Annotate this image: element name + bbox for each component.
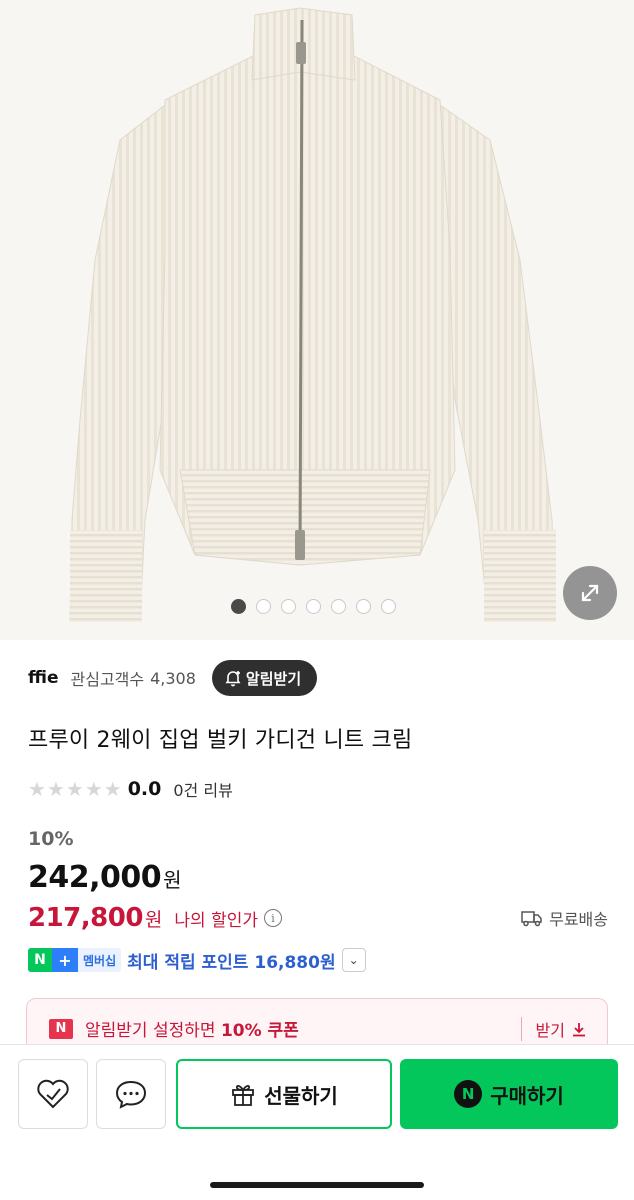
star-icon: ★	[103, 777, 122, 801]
seller-info-row: ffie 관심고객수 4,308 알림받기	[28, 660, 614, 696]
bell-plus-icon	[225, 671, 241, 687]
gallery-dot[interactable]	[281, 599, 296, 614]
home-indicator	[210, 1182, 424, 1188]
coupon-text: 알림받기 설정하면 10% 쿠폰	[85, 1016, 299, 1041]
store-name[interactable]: ffie	[28, 668, 59, 688]
coupon-get-label: 받기	[535, 1020, 565, 1040]
plus-icon: +	[52, 948, 78, 972]
rating-row[interactable]: ★ ★ ★ ★ ★ 0.0 0건 리뷰	[28, 776, 233, 802]
buy-button[interactable]: N 구매하기	[400, 1059, 618, 1129]
gallery-dot[interactable]	[381, 599, 396, 614]
naver-plus-membership-badge: N + 멤버십	[28, 948, 122, 972]
membership-points-row[interactable]: N + 멤버십 최대 적립 포인트 16,880원 ⌄	[28, 946, 366, 974]
star-icon: ★	[46, 777, 65, 801]
max-points-text: 최대 적립 포인트 16,880원	[127, 952, 336, 973]
gallery-pagination	[231, 599, 396, 614]
original-price-value: 242,000	[28, 860, 162, 895]
gift-label: 선물하기	[264, 1083, 338, 1108]
rating-stars: ★ ★ ★ ★ ★	[28, 777, 122, 801]
star-icon: ★	[28, 777, 46, 801]
discount-rate: 10%	[28, 828, 74, 850]
chevron-down-icon[interactable]: ⌄	[341, 948, 366, 972]
coupon-get-button[interactable]: 받기	[520, 1016, 587, 1041]
gift-button[interactable]: 선물하기	[176, 1059, 392, 1129]
coupon-text-prefix: 알림받기 설정하면	[85, 1021, 221, 1041]
buy-label: 구매하기	[490, 1083, 564, 1108]
currency-unit: 원	[163, 868, 182, 892]
original-price: 242,000 원	[28, 860, 182, 895]
rating-score: 0.0	[127, 778, 162, 800]
review-count[interactable]: 0건 리뷰	[173, 777, 232, 801]
naver-pay-icon: N	[454, 1080, 483, 1108]
product-title: 프루이 2웨이 집업 벌키 가디건 니트 크림	[28, 728, 413, 753]
sale-price-value: 217,800	[28, 903, 143, 933]
info-icon[interactable]: i	[264, 909, 283, 927]
star-icon: ★	[84, 777, 103, 801]
chat-bubble-icon	[115, 1080, 147, 1109]
naver-n-logo: N	[28, 948, 52, 972]
product-photo-cardigan	[69, 7, 556, 622]
membership-badge-label: 멤버십	[78, 948, 122, 972]
shipping-label: 무료배송	[549, 910, 608, 929]
sale-price-row: 217,800 원 나의 할인가 i 무료배송	[28, 900, 608, 936]
bottom-action-bar: 선물하기 N 구매하기	[0, 1044, 634, 1200]
product-image-gallery[interactable]	[0, 0, 634, 640]
sale-currency-unit: 원	[144, 908, 163, 931]
expand-arrows-icon	[581, 584, 599, 602]
fans-label: 관심고객수	[70, 670, 145, 689]
naver-coupon-icon: N	[49, 1018, 73, 1039]
my-discount-label: 나의 할인가	[174, 910, 259, 931]
gallery-dot[interactable]	[306, 599, 321, 614]
talk-talk-button[interactable]	[96, 1059, 166, 1129]
fans-count: 4,308	[150, 668, 196, 688]
truck-icon	[521, 911, 542, 927]
gallery-dot[interactable]	[356, 599, 371, 614]
wishlist-button[interactable]	[18, 1059, 88, 1129]
coupon-amount: 10% 쿠폰	[220, 1021, 299, 1041]
heart-check-icon	[37, 1079, 69, 1109]
gallery-dot[interactable]	[331, 599, 346, 614]
gallery-dot[interactable]	[256, 599, 271, 614]
shipping-info: 무료배송	[521, 906, 608, 930]
alarm-subscribe-button[interactable]: 알림받기	[211, 660, 318, 696]
gift-icon	[232, 1085, 255, 1106]
alarm-label: 알림받기	[245, 669, 302, 688]
download-icon	[573, 1022, 585, 1036]
star-icon: ★	[65, 777, 84, 801]
gallery-dot[interactable]	[231, 599, 246, 614]
zoom-button[interactable]	[563, 566, 617, 620]
